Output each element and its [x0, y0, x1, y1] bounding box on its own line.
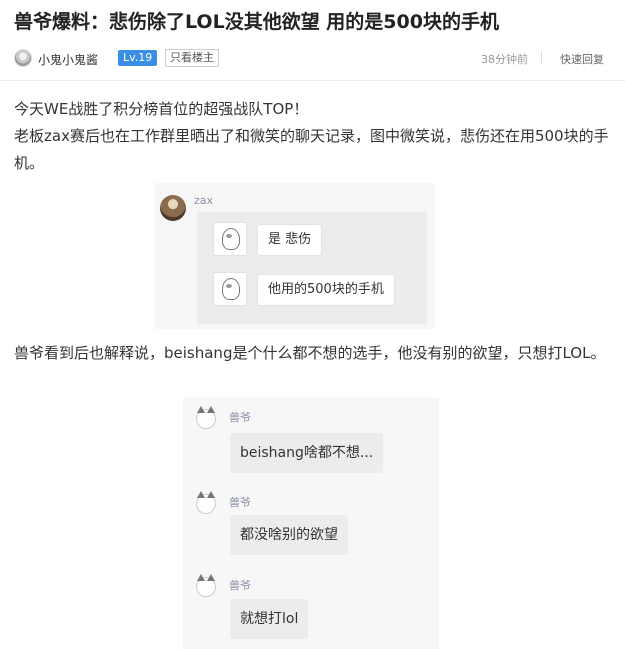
- chat-bubble: 他用的500块的手机: [257, 274, 395, 306]
- chat-sender-name: 兽爷: [229, 411, 251, 424]
- chat-bubble: 都没啥别的欲望: [230, 515, 348, 555]
- chat-screenshot-zax: zax 是 悲伤 他用的500块的手机: [155, 183, 435, 329]
- zax-avatar: [160, 195, 186, 221]
- post-meta: 小鬼小鬼酱 Lv.19 只看楼主 38分钟前 快速回复: [14, 47, 614, 69]
- meta-divider: [541, 51, 542, 63]
- body-paragraph-1: 今天WE战胜了积分榜首位的超强战队TOP！: [14, 100, 309, 118]
- quick-reply-link[interactable]: 快速回复: [560, 51, 604, 67]
- chat-sender-name: 兽爷: [229, 579, 251, 592]
- level-badge: Lv.19: [118, 50, 158, 66]
- chat-screenshot-shouye: 兽爷 beishang啥都不想... 兽爷 都没啥别的欲望 兽爷 就想打lol: [183, 397, 439, 649]
- body-paragraph-2: 老板zax赛后也在工作群里晒出了和微笑的聊天记录，图中微笑说，悲伤还在用500块…: [14, 127, 609, 172]
- chat-bubble: beishang啥都不想...: [230, 433, 384, 473]
- chat-sender-name: 兽爷: [229, 496, 251, 509]
- chat-bubble: 是 悲伤: [257, 224, 323, 256]
- cat-avatar-icon: [196, 406, 216, 429]
- cat-avatar-icon: [196, 574, 216, 597]
- header-divider: [0, 80, 625, 81]
- sketch-avatar-icon: [213, 222, 247, 256]
- sketch-avatar-icon: [213, 272, 247, 306]
- post-time: 38分钟前: [481, 53, 528, 66]
- post-title: 兽爷爆料：悲伤除了LOL没其他欲望 用的是500块的手机: [14, 11, 499, 33]
- chat-sender-name: zax: [194, 194, 214, 207]
- author-name[interactable]: 小鬼小鬼酱: [38, 51, 98, 68]
- only-op-button[interactable]: 只看楼主: [165, 49, 219, 67]
- author-avatar[interactable]: [14, 49, 32, 67]
- cat-avatar-icon: [196, 491, 216, 514]
- body-paragraph-3: 兽爷看到后也解释说，beishang是个什么都不想的选手，他没有别的欲望，只想打…: [14, 344, 606, 362]
- chat-bubble: 就想打lol: [230, 599, 309, 639]
- quoted-messages: 是 悲伤 他用的500块的手机: [197, 212, 427, 324]
